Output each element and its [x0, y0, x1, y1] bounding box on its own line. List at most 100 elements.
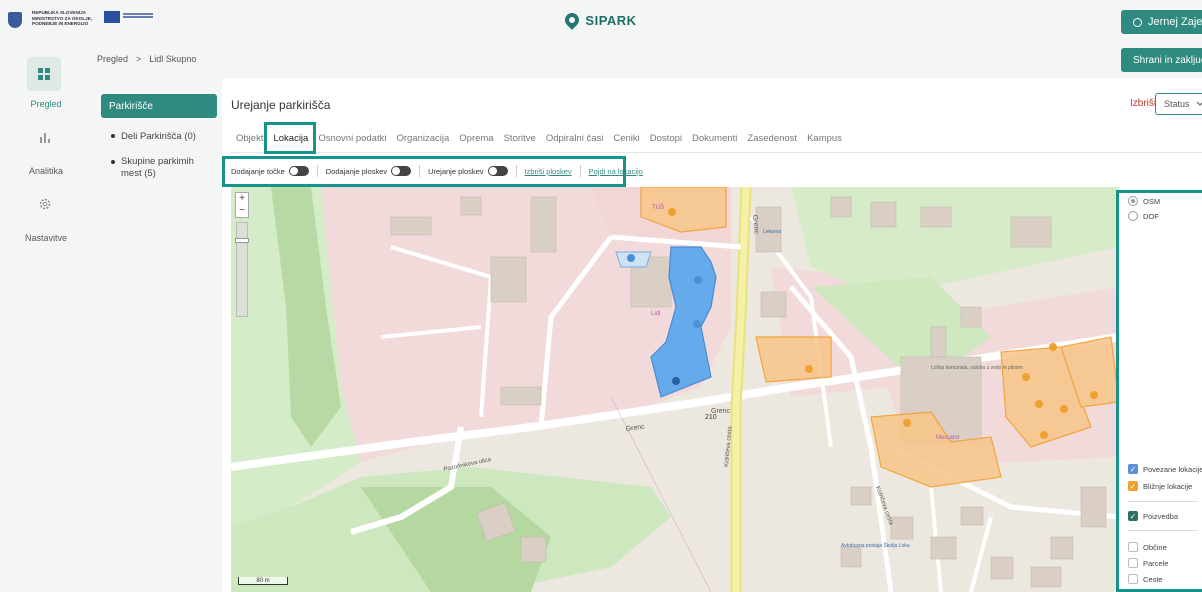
add-point-toggle[interactable]	[288, 166, 309, 176]
tab-dokumenti[interactable]: Dokumenti	[687, 132, 742, 146]
gear-icon[interactable]	[38, 197, 52, 211]
layer-osm[interactable]: OSM	[1128, 196, 1160, 206]
zoom-out-button[interactable]: −	[236, 205, 248, 217]
layer-label: Ceste	[1143, 574, 1163, 584]
zoom-slider[interactable]	[236, 222, 248, 317]
checkbox-parcele[interactable]	[1128, 558, 1138, 568]
goto-location-link[interactable]: Pojdi na lokacijo	[589, 167, 643, 176]
tab-dostopi[interactable]: Dostopi	[645, 132, 687, 146]
page-title: Urejanje parkirišča	[231, 98, 331, 112]
nav-item-pregled[interactable]: Pregled	[0, 99, 92, 109]
dashboard-icon	[38, 68, 50, 80]
tool-delete-areas: Izbriši ploskev	[525, 165, 581, 177]
brand-name: SIPARK	[585, 12, 637, 28]
map-svg: Grenc Grenc Grenc 210 Kidričeva cesta Ki…	[231, 187, 1119, 592]
nav-dashboard-tile[interactable]	[27, 57, 61, 91]
bar-chart-icon[interactable]	[38, 130, 52, 144]
nav-item-analitika[interactable]: Analitika	[0, 166, 92, 176]
map-scale-bar: 80 m	[238, 577, 288, 585]
label-mercator: Mercator	[936, 435, 960, 441]
map-zoom-controls: + −	[235, 192, 249, 218]
tab-storitve[interactable]: Storitve	[499, 132, 541, 146]
edit-areas-toggle[interactable]	[487, 166, 508, 176]
tool-label: Urejanje ploskev	[428, 166, 484, 176]
map-toolbar: Dodajanje točke Dodajanje ploskev Urejan…	[231, 165, 659, 177]
top-bar: REPUBLIKA SLOVENIJA MINISTRSTVO ZA OKOLJ…	[0, 0, 1202, 40]
tab-odpiralni-casi[interactable]: Odpiralni časi	[541, 132, 609, 146]
layer-separator	[1128, 501, 1198, 502]
tool-add-point: Dodajanje točke	[231, 165, 318, 177]
zoom-slider-handle[interactable]	[235, 238, 249, 243]
layer-label: Poizvedba	[1143, 511, 1179, 521]
layer-separator	[1128, 530, 1198, 531]
nav-item-nastavitve[interactable]: Nastavitve	[0, 233, 92, 243]
tree-item-skupine[interactable]: Skupine parkimih mest (5)	[111, 156, 211, 180]
tab-organizacija[interactable]: Organizacija	[391, 132, 454, 146]
left-nav	[0, 40, 92, 592]
chevron-down-icon	[1196, 101, 1202, 106]
tree-item-deli[interactable]: Deli Parkirišča (0)	[111, 131, 196, 143]
checkbox-poizvedba[interactable]: ✓	[1128, 511, 1138, 521]
label-station: Avtobusna postaja Škofja Loka	[841, 542, 910, 549]
tool-label: Dodajanje ploskev	[325, 166, 388, 176]
brand: SIPARK	[0, 0, 1202, 40]
label-lekarna: Lekarna	[763, 229, 781, 235]
layer-label: Parcele	[1143, 558, 1169, 568]
tool-goto-location: Pojdi na lokacijo	[589, 165, 651, 177]
checkbox-obcine[interactable]	[1128, 542, 1138, 552]
layer-ceste[interactable]: Ceste	[1128, 574, 1163, 584]
label-komunala: Loška komunala, oskrba z vodo in plinom	[931, 365, 1023, 371]
tab-bar: Objekt Lokacija Osnovni podatki Organiza…	[231, 132, 847, 146]
layer-obcine[interactable]: Občine	[1128, 542, 1167, 552]
tab-zasedenost[interactable]: Zasedenost	[742, 132, 802, 146]
tab-objekt[interactable]: Objekt	[231, 132, 268, 146]
tab-kampus[interactable]: Kampus	[802, 132, 847, 146]
radio-osm[interactable]	[1128, 196, 1138, 206]
delete-button[interactable]: Izbriši	[1130, 98, 1156, 109]
label-road-210: 210	[705, 414, 717, 421]
layer-label: Bližnje lokacije	[1143, 481, 1193, 491]
map-canvas[interactable]: Grenc Grenc Grenc 210 Kidričeva cesta Ki…	[231, 187, 1119, 592]
layer-label: DOF	[1143, 211, 1159, 221]
tree-item-label: Skupine parkimih mest (5)	[121, 156, 194, 179]
delete-areas-link[interactable]: Izbriši ploskev	[525, 167, 572, 176]
tool-add-areas: Dodajanje ploskev	[325, 165, 421, 177]
checkbox-povezane[interactable]: ✓	[1128, 464, 1138, 474]
tree-item-label: Deli Parkirišča (0)	[121, 131, 196, 142]
tabs-divider	[231, 152, 1202, 153]
zoom-in-button[interactable]: +	[236, 193, 248, 205]
user-icon	[1133, 17, 1142, 27]
layer-blizne[interactable]: ✓ Bližnje lokacije	[1128, 481, 1192, 491]
tab-ceniki[interactable]: Ceniki	[608, 132, 644, 146]
tree-root-parkirisce[interactable]: Parkirišče	[101, 94, 217, 118]
layer-label: Povezane lokacije	[1143, 464, 1202, 474]
status-label: Status	[1164, 99, 1190, 109]
breadcrumb: Pregled > Lidl Skupno	[97, 54, 196, 64]
breadcrumb-current: Lidl Skupno	[149, 54, 197, 64]
add-areas-toggle[interactable]	[391, 166, 412, 176]
checkbox-blizne[interactable]: ✓	[1128, 481, 1138, 491]
layer-panel-highlight	[1116, 190, 1202, 592]
user-name: Jernej Zajec	[1148, 16, 1202, 28]
bullet	[111, 134, 115, 139]
tab-oprema[interactable]: Oprema	[454, 132, 498, 146]
breadcrumb-root[interactable]: Pregled	[97, 54, 128, 64]
layer-parcele[interactable]: Parcele	[1128, 558, 1168, 568]
status-dropdown[interactable]: Status	[1155, 93, 1202, 115]
layer-dof[interactable]: DOF	[1128, 211, 1159, 221]
tool-label: Dodajanje točke	[231, 166, 285, 176]
user-menu-button[interactable]: Jernej Zajec	[1121, 10, 1202, 34]
tool-edit-areas: Urejanje ploskev	[428, 165, 517, 177]
radio-dof[interactable]	[1128, 211, 1138, 221]
save-and-close-button[interactable]: Shrani in zaključi	[1121, 48, 1202, 72]
layer-povezane[interactable]: ✓ Povezane lokacije	[1128, 464, 1202, 474]
label-tus: TUŠ	[652, 204, 664, 211]
layer-label: OSM	[1143, 196, 1161, 206]
breadcrumb-separator: >	[136, 54, 142, 64]
layer-poizvedba[interactable]: ✓ Poizvedba	[1128, 511, 1178, 521]
layer-label: Občine	[1143, 542, 1167, 552]
bullet	[111, 160, 115, 164]
tab-osnovni-podatki[interactable]: Osnovni podatki	[313, 132, 391, 146]
label-lidl: Lidl	[651, 311, 660, 317]
checkbox-ceste[interactable]	[1128, 574, 1138, 584]
